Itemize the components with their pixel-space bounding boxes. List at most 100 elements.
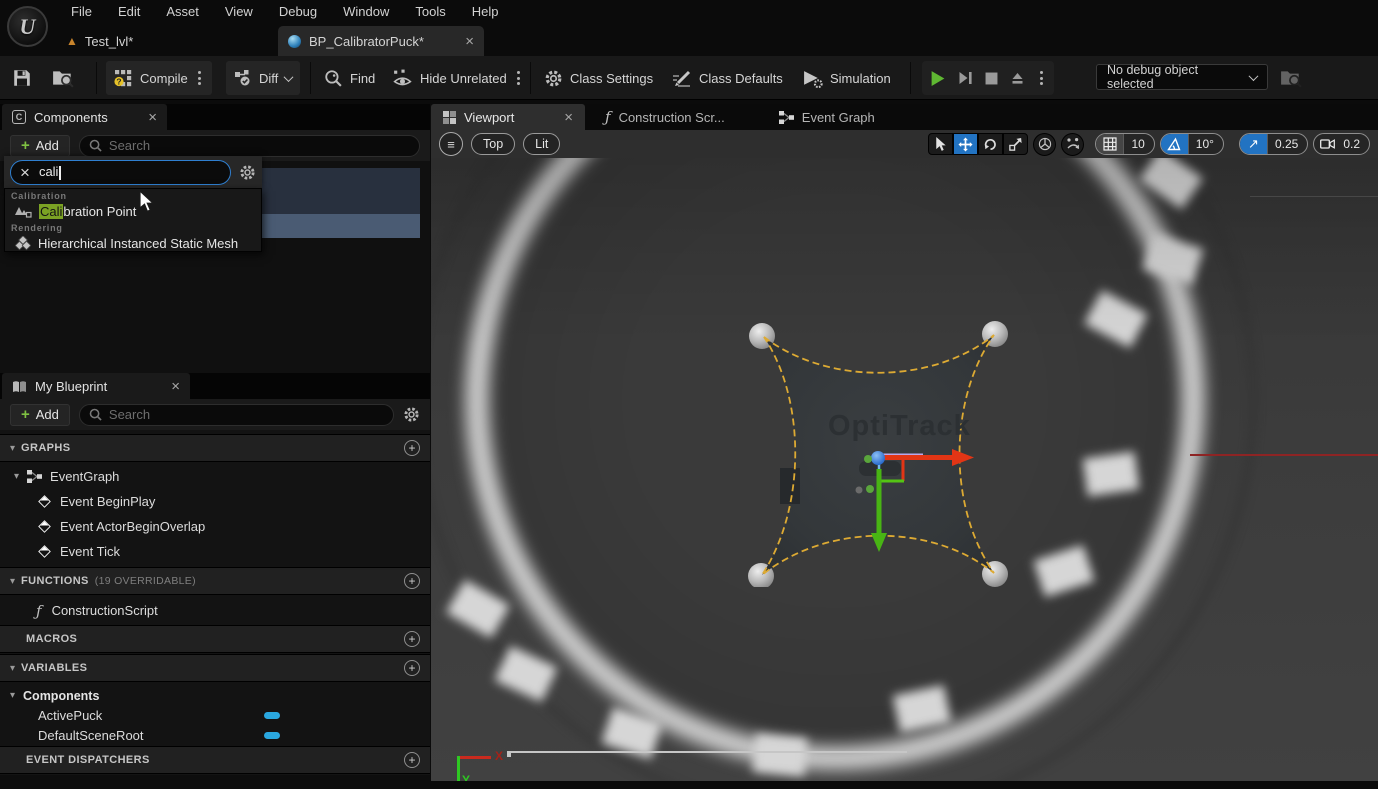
event-actorbeginoverlap-row[interactable]: Event ActorBeginOverlap xyxy=(0,514,430,539)
play-button[interactable] xyxy=(930,70,946,87)
macros-section-header[interactable]: MACROS + xyxy=(0,625,430,653)
graphs-section-header[interactable]: ▾ GRAPHS + xyxy=(0,434,430,462)
scale-snap-icon[interactable]: ↗ xyxy=(1240,133,1267,155)
rotation-snap-icon[interactable] xyxy=(1161,133,1188,155)
viewport-tab[interactable]: Viewport × xyxy=(431,104,585,130)
lit-mode-button[interactable]: Lit xyxy=(523,133,560,155)
debug-object-dropdown[interactable]: No debug object selected xyxy=(1096,64,1268,90)
grid-snap-control[interactable]: 10 xyxy=(1095,133,1154,155)
viewport-options-menu-icon[interactable]: ≡ xyxy=(439,132,463,156)
scale-snap-control[interactable]: ↗ 0.25 xyxy=(1239,133,1308,155)
blueprint-tab-close-icon[interactable]: × xyxy=(465,34,474,49)
components-search-input[interactable]: Search xyxy=(79,135,420,157)
puck-body[interactable] xyxy=(762,335,994,575)
compile-icon[interactable]: ? xyxy=(114,69,133,87)
menu-help[interactable]: Help xyxy=(459,0,512,24)
collapse-caret-icon[interactable]: ▾ xyxy=(10,663,15,674)
collapse-caret-icon[interactable]: ▾ xyxy=(10,690,15,701)
save-icon xyxy=(12,68,32,88)
collapse-caret-icon[interactable]: ▾ xyxy=(10,443,15,454)
menu-window[interactable]: Window xyxy=(330,0,402,24)
compile-badge: ? xyxy=(116,77,121,87)
unreal-logo-glyph: U xyxy=(20,14,36,40)
class-defaults-button[interactable]: Class Defaults xyxy=(672,61,783,95)
browse-asset-button[interactable] xyxy=(52,61,74,95)
view-mode-button[interactable]: Top xyxy=(471,133,515,155)
event-beginplay-row[interactable]: Event BeginPlay xyxy=(0,489,430,514)
surface-snapping-button[interactable] xyxy=(1061,133,1084,156)
save-button[interactable] xyxy=(12,61,32,95)
menu-debug[interactable]: Debug xyxy=(266,0,330,24)
construction-script-tab-label: Construction Scr... xyxy=(619,110,725,125)
variables-section-header[interactable]: ▾ VARIABLES + xyxy=(0,654,430,682)
my-blueprint-search-input[interactable]: Search xyxy=(79,404,394,426)
search-settings-gear-icon[interactable] xyxy=(239,164,256,181)
graph-node-icon xyxy=(27,470,42,483)
transport-options-icon[interactable] xyxy=(1037,71,1046,85)
components-tree-row-selected[interactable] xyxy=(262,214,420,238)
calibrator-puck-mesh[interactable]: OptiTrack xyxy=(742,315,1014,587)
result-item-calibration-point[interactable]: Calibration Point xyxy=(5,201,261,222)
collapse-caret-icon[interactable]: ▾ xyxy=(10,576,15,587)
move-tool-button[interactable] xyxy=(953,133,978,155)
construction-script-row[interactable]: ƒ ConstructionScript xyxy=(0,598,430,623)
construction-script-tab[interactable]: ƒ Construction Scr... xyxy=(593,104,737,130)
select-tool-button[interactable] xyxy=(928,133,953,155)
event-graph-tab[interactable]: Event Graph xyxy=(767,104,887,130)
event-tick-row[interactable]: Event Tick xyxy=(0,539,430,564)
level-tab[interactable]: ▲ Test_lvl* xyxy=(66,28,133,54)
scale-snap-value[interactable]: 0.25 xyxy=(1267,133,1307,155)
viewport-canvas[interactable]: OptiTrack xyxy=(431,158,1378,781)
functions-section-header[interactable]: ▾ FUNCTIONS (19 OVERRIDABLE) + xyxy=(0,567,430,595)
result-item-hism[interactable]: Hierarchical Instanced Static Mesh xyxy=(5,233,261,254)
world-local-gizmo-button[interactable] xyxy=(1033,133,1056,156)
blueprint-tab[interactable]: BP_CalibratorPuck* × xyxy=(278,26,484,56)
hide-unrelated-button[interactable]: Hide Unrelated xyxy=(392,61,523,95)
rotation-snap-control[interactable]: 10° xyxy=(1160,133,1224,155)
debug-browse-button[interactable] xyxy=(1280,61,1302,95)
viewport-tab-close-icon[interactable]: × xyxy=(564,110,573,125)
rotation-snap-value[interactable]: 10° xyxy=(1188,133,1223,155)
add-macro-icon[interactable]: + xyxy=(404,631,420,647)
variable-defaultsceneroot-row[interactable]: DefaultSceneRoot xyxy=(0,723,430,748)
compile-label[interactable]: Compile xyxy=(140,71,188,86)
camera-speed-icon[interactable] xyxy=(1314,133,1341,155)
find-button[interactable]: Find xyxy=(324,61,375,95)
components-add-button[interactable]: + Add xyxy=(10,135,70,157)
collapse-caret-icon[interactable]: ▾ xyxy=(14,471,19,482)
hide-unrelated-options-icon[interactable] xyxy=(514,71,523,85)
add-variable-icon[interactable]: + xyxy=(404,660,420,676)
eventgraph-row[interactable]: ▾ EventGraph xyxy=(0,464,430,489)
component-search-field[interactable]: × cali xyxy=(10,160,231,185)
stop-button[interactable] xyxy=(985,72,998,85)
my-blueprint-add-button[interactable]: + Add xyxy=(10,404,70,426)
my-blueprint-tab-close-icon[interactable]: × xyxy=(171,379,180,394)
menubar: File Edit Asset View Debug Window Tools … xyxy=(58,0,512,24)
grid-snap-icon[interactable] xyxy=(1096,133,1123,155)
menu-edit[interactable]: Edit xyxy=(105,0,153,24)
menu-view[interactable]: View xyxy=(212,0,266,24)
step-forward-button[interactable] xyxy=(958,70,973,86)
my-blueprint-tab[interactable]: My Blueprint × xyxy=(2,373,190,399)
menu-tools[interactable]: Tools xyxy=(402,0,458,24)
compile-options-icon[interactable] xyxy=(195,71,204,85)
event-dispatchers-section-header[interactable]: EVENT DISPATCHERS + xyxy=(0,746,430,774)
diff-button[interactable]: Diff xyxy=(226,61,300,95)
clear-search-icon[interactable]: × xyxy=(20,164,30,181)
add-function-icon[interactable]: + xyxy=(404,573,420,589)
menu-file[interactable]: File xyxy=(58,0,105,24)
components-tab[interactable]: C Components × xyxy=(2,104,167,130)
rotate-tool-button[interactable] xyxy=(978,133,1003,155)
my-blueprint-settings-gear-icon[interactable] xyxy=(403,406,420,423)
class-settings-button[interactable]: Class Settings xyxy=(544,61,653,95)
camera-speed-value[interactable]: 0.2 xyxy=(1341,133,1369,155)
simulation-button[interactable]: Simulation xyxy=(802,61,891,95)
scale-tool-button[interactable] xyxy=(1003,133,1028,155)
menu-asset[interactable]: Asset xyxy=(153,0,212,24)
grid-snap-value[interactable]: 10 xyxy=(1123,133,1153,155)
add-graph-icon[interactable]: + xyxy=(404,440,420,456)
add-event-dispatcher-icon[interactable]: + xyxy=(404,752,420,768)
camera-speed-control[interactable]: 0.2 xyxy=(1313,133,1370,155)
eject-button[interactable] xyxy=(1010,71,1025,85)
components-tab-close-icon[interactable]: × xyxy=(148,110,157,125)
